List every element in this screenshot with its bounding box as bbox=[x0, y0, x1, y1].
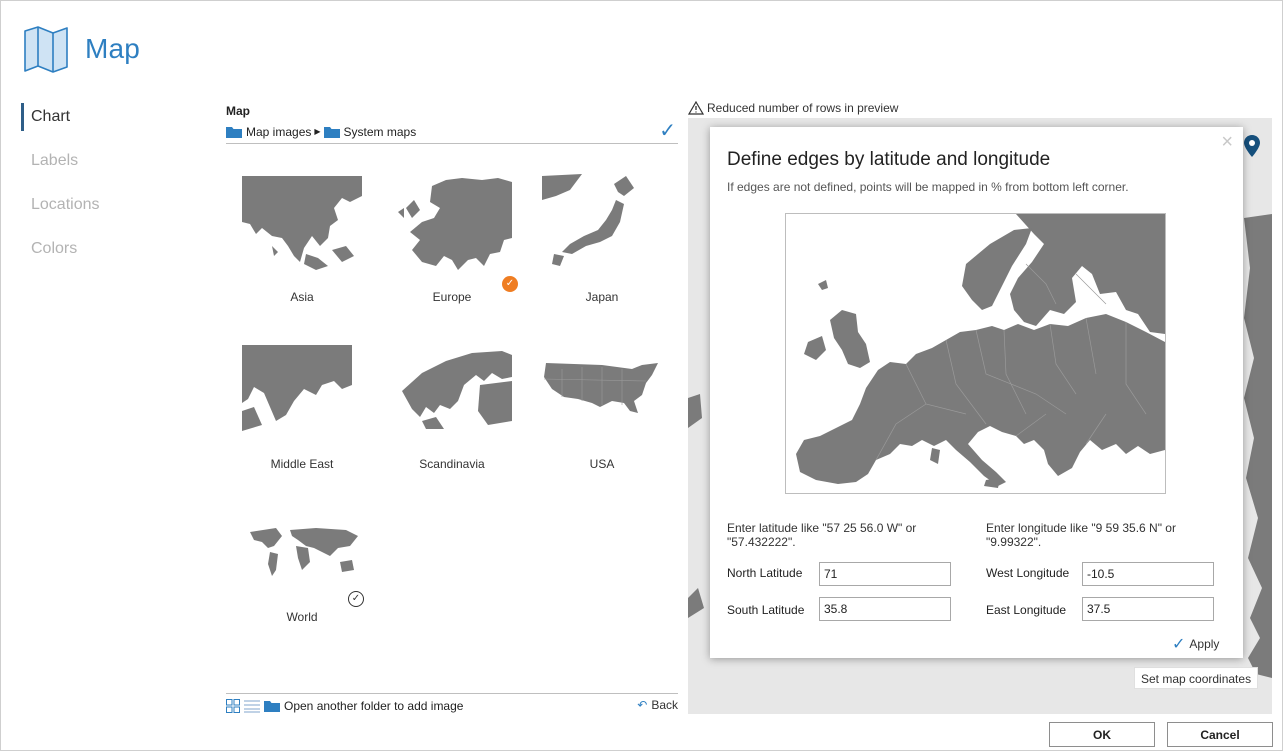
latitude-hint: Enter latitude like "57 25 56.0 W" or "5… bbox=[727, 521, 917, 549]
apply-button[interactable]: ✓ Apply bbox=[1172, 634, 1219, 654]
map-tile-japan[interactable]: Japan bbox=[532, 154, 672, 304]
east-longitude-label: East Longitude bbox=[986, 603, 1067, 617]
middle-east-thumbnail bbox=[242, 345, 352, 431]
page-title: Map bbox=[85, 33, 141, 64]
world-thumbnail bbox=[250, 528, 358, 576]
longitude-hint: Enter longitude like "9 59 35.6 N" or "9… bbox=[986, 521, 1176, 549]
north-latitude-label: North Latitude bbox=[727, 566, 803, 580]
grid-view-icon[interactable] bbox=[226, 698, 240, 713]
preview-warning: Reduced number of rows in preview bbox=[688, 101, 898, 115]
breadcrumb: Map images ▶ System maps ✓ bbox=[226, 120, 678, 144]
europe-map bbox=[796, 214, 1165, 488]
map-tile-europe[interactable]: ✓ Europe bbox=[382, 154, 522, 304]
list-view-icon[interactable] bbox=[244, 699, 260, 713]
tile-label: Asia bbox=[290, 290, 314, 304]
breadcrumb-map-images[interactable]: Map images bbox=[246, 125, 311, 139]
dialog-subtitle: If edges are not defined, points will be… bbox=[727, 180, 1129, 194]
north-latitude-input[interactable] bbox=[819, 562, 951, 586]
apply-check-icon: ✓ bbox=[1172, 636, 1186, 653]
close-icon[interactable]: × bbox=[1221, 131, 1233, 153]
ok-button[interactable]: OK bbox=[1049, 722, 1155, 747]
map-icon bbox=[24, 26, 68, 73]
back-label: Back bbox=[651, 698, 678, 712]
back-button[interactable]: ↶ Back bbox=[637, 698, 678, 712]
tile-label: USA bbox=[589, 457, 615, 471]
nav-item-chart[interactable]: Chart bbox=[21, 101, 171, 145]
header: Map bbox=[23, 25, 140, 73]
picker-title: Map bbox=[226, 104, 250, 118]
south-latitude-input[interactable] bbox=[819, 597, 951, 621]
south-latitude-label: South Latitude bbox=[727, 603, 805, 617]
dialog-title: Define edges by latitude and longitude bbox=[727, 149, 1051, 170]
map-tile-middle-east[interactable]: Middle East bbox=[232, 321, 372, 471]
chevron-right-icon: ▶ bbox=[314, 127, 321, 136]
map-tile-usa[interactable]: USA bbox=[532, 321, 672, 471]
back-arrow-icon: ↶ bbox=[637, 698, 648, 712]
open-folder-link[interactable]: Open another folder to add image bbox=[284, 699, 463, 713]
tile-label: Scandinavia bbox=[419, 457, 485, 471]
apply-label: Apply bbox=[1189, 637, 1220, 651]
east-longitude-input[interactable] bbox=[1082, 597, 1214, 621]
confirm-check-icon[interactable]: ✓ bbox=[659, 120, 676, 142]
nav-item-labels[interactable]: Labels bbox=[21, 145, 171, 189]
japan-thumbnail bbox=[542, 174, 634, 266]
in-use-check-icon: ✓ bbox=[348, 591, 364, 607]
sidebar-nav: Chart Labels Locations Colors bbox=[21, 101, 171, 277]
folder-icon bbox=[264, 700, 280, 712]
nav-item-colors[interactable]: Colors bbox=[21, 233, 171, 277]
cancel-button[interactable]: Cancel bbox=[1167, 722, 1273, 747]
usa-thumbnail bbox=[543, 363, 658, 413]
europe-map-image bbox=[785, 213, 1166, 494]
folder-icon bbox=[323, 126, 340, 138]
picker-footer: Open another folder to add image ↶ Back bbox=[226, 693, 678, 717]
map-tile-scandinavia[interactable]: Scandinavia bbox=[382, 321, 522, 471]
tile-label: Middle East bbox=[270, 457, 334, 471]
warning-text: Reduced number of rows in preview bbox=[707, 101, 899, 115]
map-tile-world[interactable]: ✓ World bbox=[232, 484, 372, 634]
location-pin-icon[interactable] bbox=[1244, 135, 1260, 157]
map-picker: Map Map images ▶ System maps ✓ Asia ✓ Eu… bbox=[226, 104, 678, 624]
map-tile-asia[interactable]: Asia bbox=[232, 154, 372, 304]
asia-thumbnail bbox=[242, 176, 362, 270]
set-map-coordinates-button[interactable]: Set map coordinates bbox=[1134, 667, 1259, 689]
nav-item-locations[interactable]: Locations bbox=[21, 189, 171, 233]
europe-thumbnail bbox=[398, 178, 512, 270]
west-longitude-label: West Longitude bbox=[986, 566, 1070, 580]
breadcrumb-system-maps[interactable]: System maps bbox=[344, 125, 417, 139]
map-dialog-window: Map Chart Labels Locations Colors Map Ma… bbox=[0, 0, 1283, 751]
tile-label: World bbox=[286, 610, 318, 624]
warning-icon bbox=[688, 101, 704, 115]
scandinavia-thumbnail bbox=[402, 351, 512, 429]
west-longitude-input[interactable] bbox=[1082, 562, 1214, 586]
tile-label: Europe bbox=[432, 290, 472, 304]
tile-label: Japan bbox=[585, 290, 619, 304]
define-edges-dialog: × Define edges by latitude and longitude… bbox=[710, 127, 1243, 658]
folder-icon bbox=[226, 126, 242, 138]
